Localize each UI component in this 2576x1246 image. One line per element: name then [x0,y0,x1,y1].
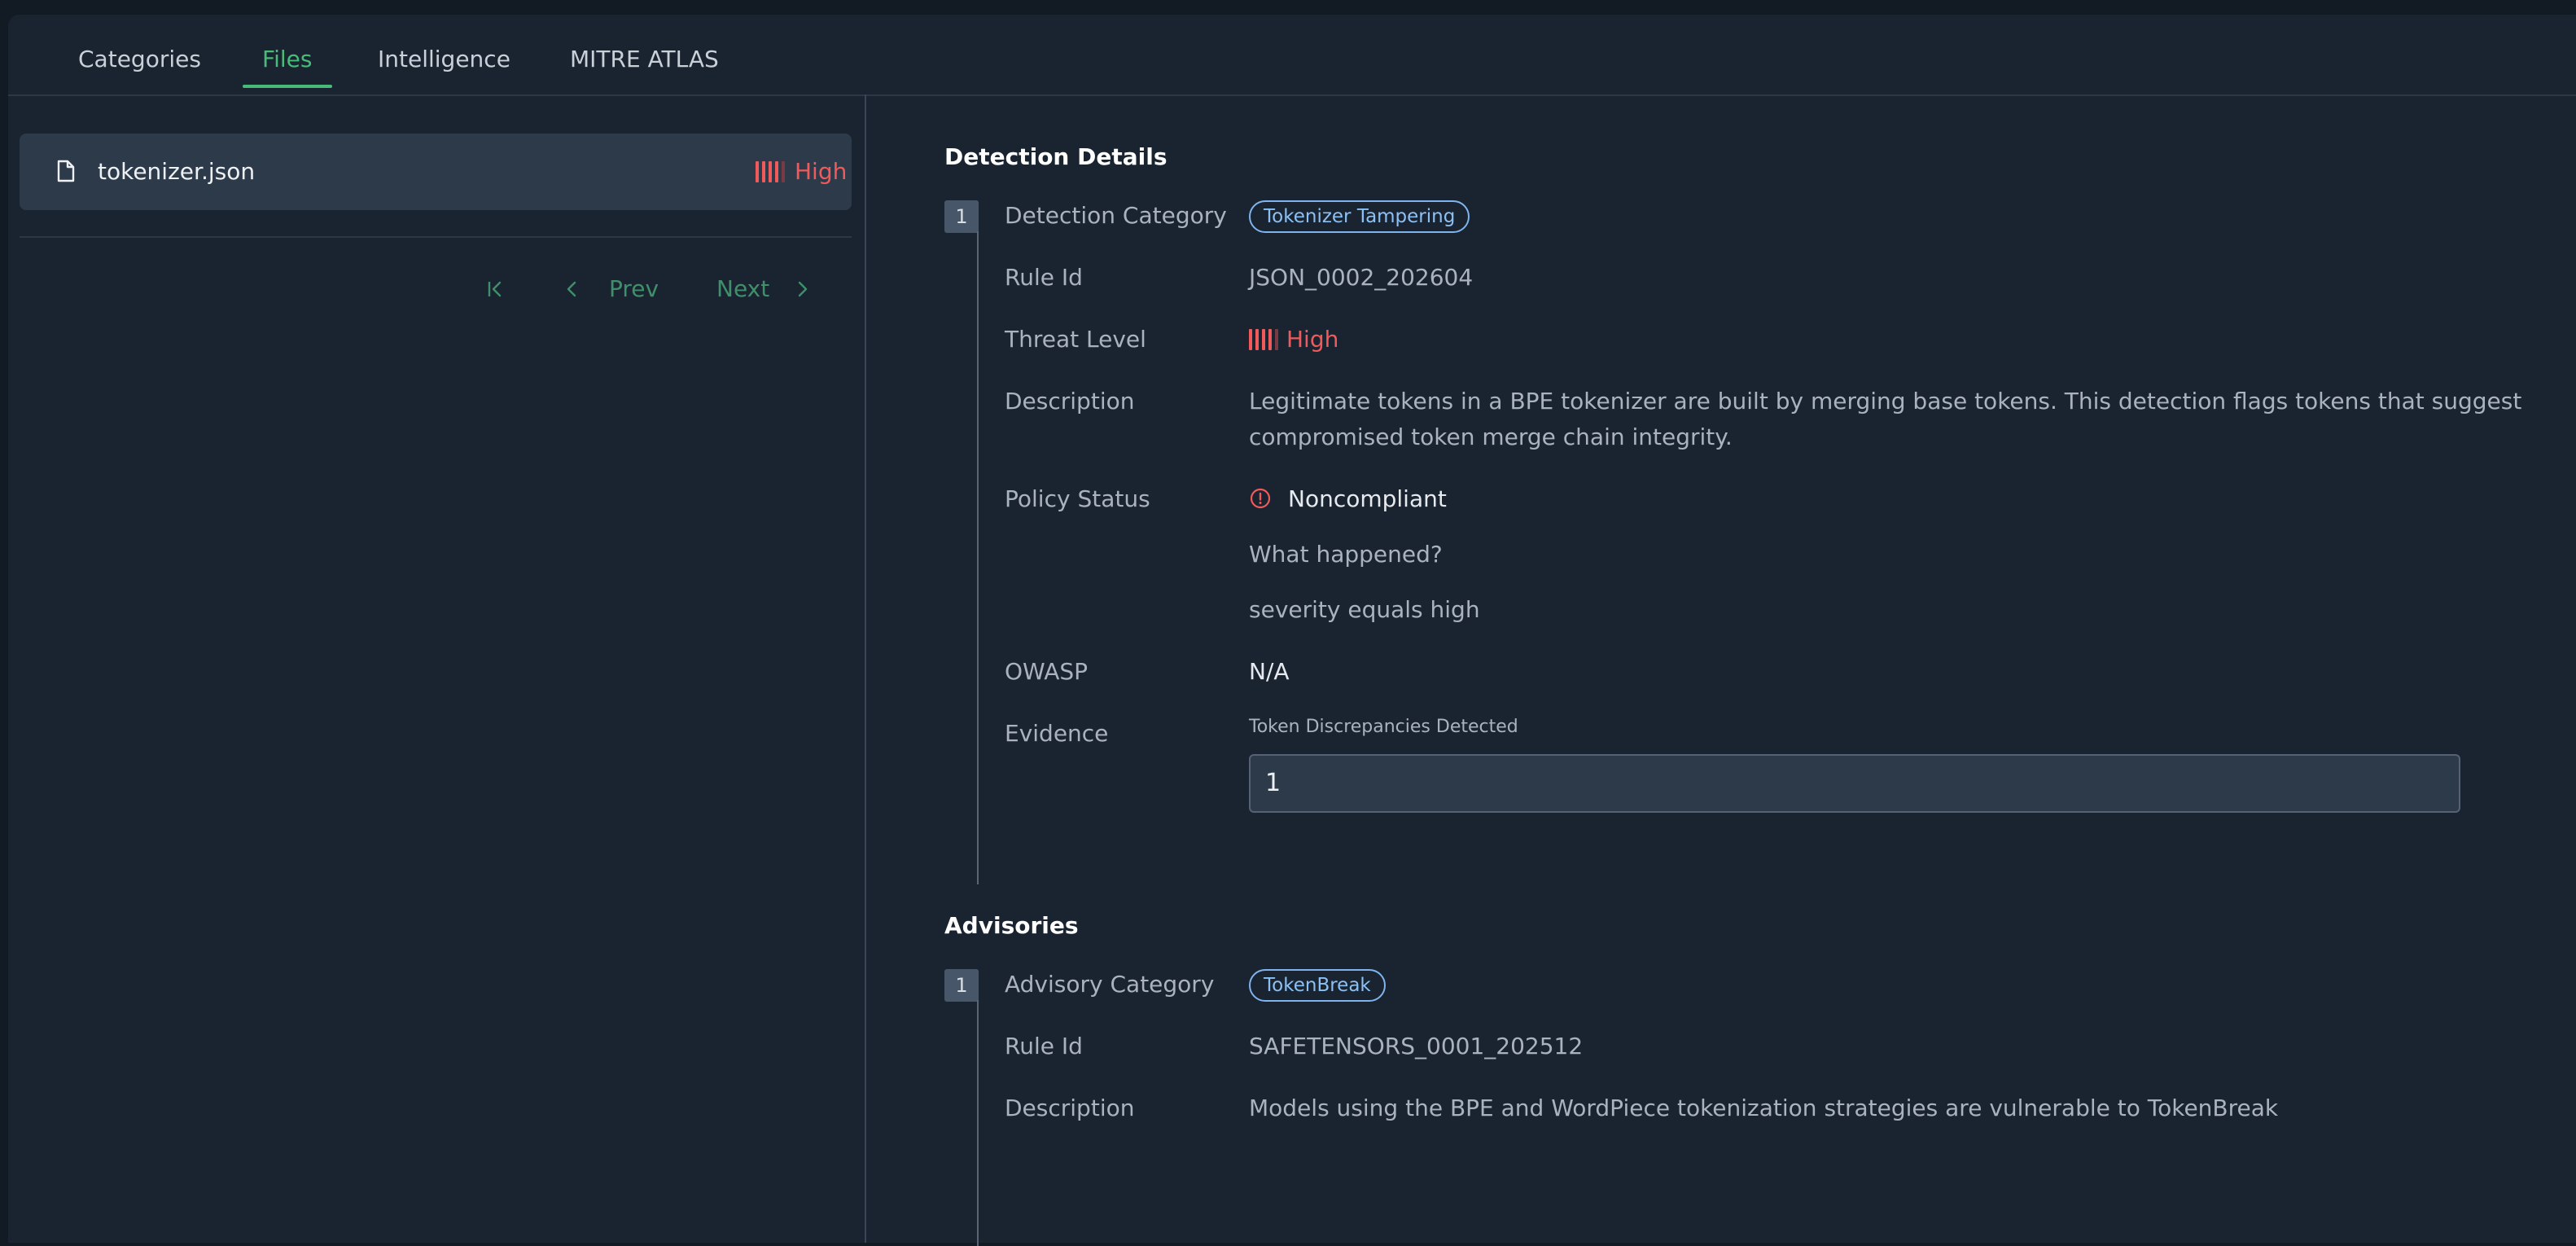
description-line-2: compromised token merge chain integrity. [1249,423,1733,450]
what-happened-text: What happened? [1249,541,1443,568]
alert-circle-icon [1250,488,1271,509]
file-icon [57,160,75,182]
file-name: tokenizer.json [98,158,256,185]
detection-vertical-line [977,231,979,884]
policy-status-value: Noncompliant [1288,485,1447,512]
advisory-category-pill: TokenBreak [1249,969,1386,1002]
active-tab-indicator [243,85,332,88]
tab-intelligence[interactable]: Intelligence [378,46,510,72]
file-threat-label: High [795,158,848,185]
advisory-vertical-line [977,1000,979,1246]
detection-category-pill: Tokenizer Tampering [1249,200,1470,233]
tab-categories[interactable]: Categories [78,46,201,72]
evidence-label: Evidence [1005,720,1109,747]
advisory-rule-id-value: SAFETENSORS_0001_202512 [1249,1033,1584,1060]
file-list-item[interactable]: tokenizer.json High [20,134,852,210]
owasp-value: N/A [1249,658,1290,685]
advisory-index-badge: 1 [944,969,979,1002]
detection-index-badge: 1 [944,200,979,233]
threat-level-value: High [1286,326,1339,353]
detection-category-label: Detection Category [1005,202,1227,229]
evidence-value-field: 1 [1249,754,2460,813]
advisory-category-label: Advisory Category [1005,971,1215,998]
description-label: Description [1005,388,1135,415]
threat-level-label: Threat Level [1005,326,1146,353]
advisories-title: Advisories [944,912,1079,939]
next-button[interactable]: Next [716,275,769,302]
rule-id-label: Rule Id [1005,264,1083,291]
advisory-description-value: Models using the BPE and WordPiece token… [1249,1095,2279,1121]
description-line-1: Legitimate tokens in a BPE tokenizer are… [1249,388,2522,415]
chevron-left-icon[interactable] [562,279,583,300]
tab-files[interactable]: Files [262,46,312,72]
tab-bar: Categories Files Intelligence MITRE ATLA… [8,15,2576,96]
divider [20,236,852,238]
file-list-panel: tokenizer.json High Prev Next [8,94,866,1243]
owasp-label: OWASP [1005,658,1089,685]
threat-level-icon [1249,329,1278,350]
rule-id-value: JSON_0002_202604 [1249,264,1474,291]
policy-status-label: Policy Status [1005,485,1150,512]
advisory-description-label: Description [1005,1095,1135,1121]
policy-reason-text: severity equals high [1249,596,1480,623]
chevron-right-icon[interactable] [791,279,813,300]
prev-button[interactable]: Prev [609,275,659,302]
advisory-rule-id-label: Rule Id [1005,1033,1083,1060]
evidence-field-label: Token Discrepancies Detected [1249,717,1518,737]
first-page-icon[interactable] [485,279,506,300]
threat-level-icon [756,161,785,182]
detection-details-title: Detection Details [944,143,1168,170]
tab-mitre-atlas[interactable]: MITRE ATLAS [570,46,719,72]
app-frame: Categories Files Intelligence MITRE ATLA… [8,15,2576,1246]
details-panel: Detection Details 1 Detection Category T… [866,94,2576,1246]
